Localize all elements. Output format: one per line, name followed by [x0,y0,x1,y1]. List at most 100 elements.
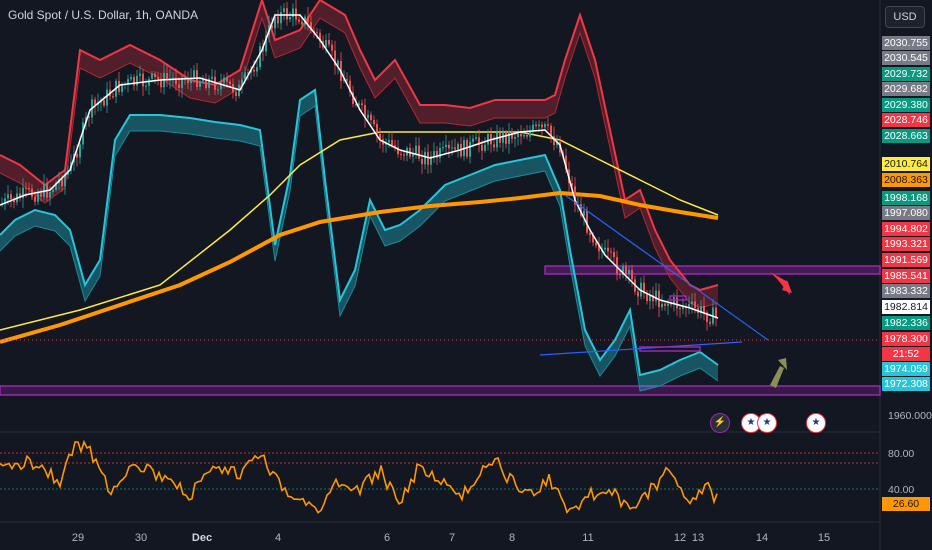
candle-body [517,133,519,138]
candle-body [538,124,540,127]
candle-body [604,247,606,250]
candle-body [373,120,375,125]
candle-body [496,132,498,148]
candle-body [370,114,372,121]
candle-body [7,194,9,199]
time-axis-label: 14 [755,532,769,544]
price-label: 1998.168 [882,191,930,205]
candle-body [421,158,423,165]
candle-body [589,232,591,236]
up-arrow [770,366,784,388]
us-flag-icon[interactable]: ★ [806,413,826,433]
candle-body [454,147,456,150]
candle-body [37,193,39,202]
candle-body [283,8,285,13]
candle-body [40,193,42,197]
time-axis-label: 12 [673,532,687,544]
price-label: 2028.663 [882,129,930,143]
candle-body [193,70,195,78]
candle-body [451,147,453,149]
candle-body [235,92,237,97]
candle-body [703,306,705,313]
candle-body [628,270,630,275]
candle-body [661,303,663,308]
candle-body [376,124,378,134]
candle-body [289,16,291,20]
osc-current-value: 26.60 [882,497,930,511]
resistance-zone [544,265,881,275]
price-chart[interactable] [0,0,932,550]
lightning-icon[interactable]: ⚡ [710,413,730,433]
candle-body [469,141,471,157]
candle-body [613,252,615,258]
candle-body [187,79,189,84]
price-label: 1972.308 [882,377,930,391]
candle-body [211,76,213,79]
candle-body [715,307,717,317]
candle-body [541,124,543,128]
candle-body [418,145,420,159]
time-axis-label: 7 [448,532,456,544]
price-label: 21:52 [882,347,930,361]
candle-body [625,266,627,275]
candle-body [547,124,549,126]
price-label: 1991.569 [882,253,930,267]
candle-body [307,16,309,23]
candle-body [331,44,333,51]
candle-body [679,308,681,310]
candle-body [10,194,12,199]
candle-body [433,150,435,157]
candle-body [493,144,495,148]
candle-body [142,73,144,87]
candle-body [607,247,609,252]
price-label: 1985.541 [882,269,930,283]
currency-button[interactable]: USD [885,6,925,28]
candle-body [328,40,330,45]
candle-body [487,134,489,145]
price-label: 2028.746 [882,113,930,127]
symbol-title: Gold Spot / U.S. Dollar, 1h, OANDA [8,8,199,22]
candle-body [223,77,225,83]
price-label: 1997.080 [882,206,930,220]
us-flag-icon[interactable]: ★ [757,413,777,433]
ascending-trendline [539,341,743,356]
candle-body [505,132,507,144]
candle-body [391,140,393,146]
candle-body [445,144,447,148]
candle-body [112,96,114,98]
time-axis-label: 8 [508,532,516,544]
time-axis-label: 4 [274,532,282,544]
candle-body [280,12,282,24]
price-label: 1993.321 [882,237,930,251]
candle-body [277,16,279,24]
candle-body [424,151,426,165]
candle-body [346,79,348,81]
candle-body [667,303,669,306]
candle-body [448,144,450,149]
price-label: 1982.814 [882,300,930,314]
candle-body [43,183,45,197]
candle-body [526,135,528,137]
time-axis-label: 11 [582,532,594,544]
candle-body [49,191,51,198]
osc-label-40: 40.00 [888,484,915,496]
candle-body [136,75,138,86]
candle-body [508,131,510,144]
candle-body [154,73,156,78]
candle-body [484,144,486,151]
candle-body [106,89,108,106]
candle-body [253,69,255,72]
candle-body [286,8,288,20]
price-label: 1994.802 [882,222,930,236]
candle-body [61,179,63,187]
candle-body [523,135,525,137]
osc-label-80: 80.00 [888,448,915,460]
time-axis-label: 30 [134,532,148,544]
candle-body [610,251,612,253]
candle-body [217,89,219,91]
candle-body [619,274,621,276]
candle-body [595,242,597,246]
candle-body [76,153,78,158]
candle-body [457,143,459,150]
candle-body [229,81,231,84]
